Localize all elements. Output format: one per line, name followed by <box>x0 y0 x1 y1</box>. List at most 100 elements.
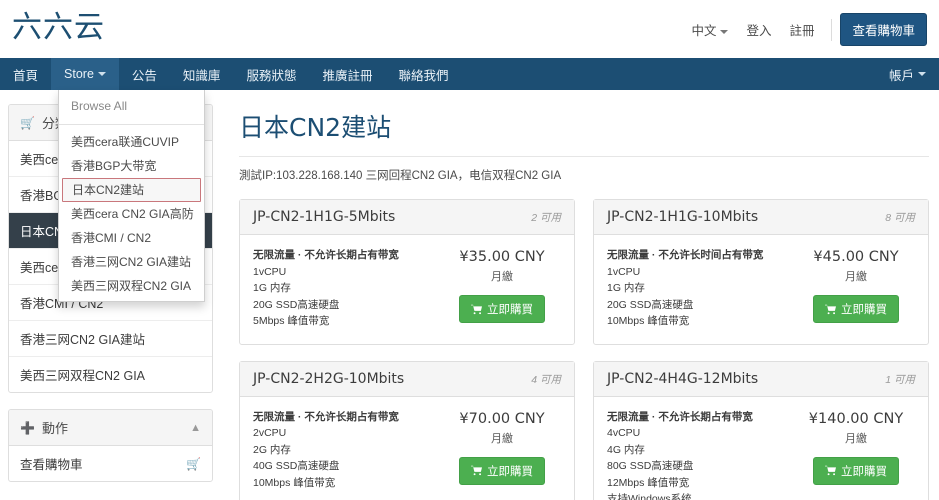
nav-label: 首頁 <box>13 68 39 83</box>
sidebar-action-label: 查看購物車 <box>20 458 83 472</box>
sidebar-item-us-3net[interactable]: 美西三网双程CN2 GIA <box>9 357 212 392</box>
product-purchase-area: ¥70.00 CNY 月繳 立即購買 <box>443 409 561 492</box>
product-spec-line: 4G 内存 <box>607 443 645 456</box>
language-label: 中文 <box>691 24 717 38</box>
cart-icon: 🛒 <box>186 456 201 471</box>
product-feature: 无限流量 · 不允许长期占有带宽 <box>253 410 399 423</box>
register-link[interactable]: 註冊 <box>780 16 823 43</box>
cart-icon <box>471 465 482 476</box>
product-spec-line: 2vCPU <box>253 427 287 439</box>
nav-label: 聯絡我們 <box>398 68 449 83</box>
product-spec-line: 4vCPU <box>607 427 641 439</box>
dropdown-item-hk-3net[interactable]: 香港三网CN2 GIA建站 <box>59 250 204 274</box>
actions-panel-header[interactable]: ➕ 動作 ▲ <box>9 410 212 446</box>
nav-label: 公告 <box>131 68 157 83</box>
product-card-body: 无限流量 · 不允许长期占有带宽 1vCPU 1G 内存 20G SSD高速硬盘… <box>240 235 574 344</box>
site-logo[interactable]: 六六云 <box>12 8 105 48</box>
language-selector[interactable]: 中文 <box>682 16 737 43</box>
product-spec-line: 10Mbps 峰值带宽 <box>607 315 690 327</box>
product-price: ¥140.00 CNY <box>808 410 904 427</box>
product-feature: 无限流量 · 不允许长期占有带宽 <box>253 249 399 261</box>
product-card: JP-CN2-1H1G-10Mbits 8 可用 无限流量 · 不允许长时间占有… <box>593 199 929 345</box>
product-card-header: JP-CN2-4H4G-12Mbits 1 可用 <box>594 361 928 397</box>
chevron-up-icon: ▲ <box>190 421 201 434</box>
login-link[interactable]: 登入 <box>737 16 780 43</box>
product-spec-line: 10Mbps 峰值带宽 <box>253 476 336 489</box>
nav-label: 帳戶 <box>888 68 914 83</box>
product-billing-cycle: 月繳 <box>845 271 867 283</box>
product-spec-line: 2G 内存 <box>253 443 291 456</box>
product-billing-cycle: 月繳 <box>491 271 513 283</box>
product-spec-line: 1G 内存 <box>253 282 291 294</box>
main-content: 日本CN2建站 測試IP:103.228.168.140 三网回程CN2 GIA… <box>221 90 939 500</box>
product-card-body: 无限流量 · 不允许长期占有带宽 4vCPU 4G 内存 80G SSD高速硬盘… <box>594 397 928 500</box>
product-card: JP-CN2-2H2G-10Mbits 4 可用 无限流量 · 不允许长期占有带… <box>239 360 575 500</box>
product-name: JP-CN2-1H1G-5Mbits <box>253 209 396 225</box>
product-card-header: JP-CN2-2H2G-10Mbits 4 可用 <box>240 361 574 397</box>
nav-item-knowledgebase[interactable]: 知識庫 <box>170 58 234 90</box>
product-spec-line: 支持Windows系统 <box>607 493 692 500</box>
dropdown-item-us-3net[interactable]: 美西三网双程CN2 GIA <box>59 274 204 298</box>
product-price: ¥35.00 CNY <box>459 249 545 265</box>
cart-icon <box>471 304 482 314</box>
order-now-button[interactable]: 立即購買 <box>459 295 545 323</box>
product-billing-cycle: 月繳 <box>491 432 513 445</box>
product-availability: 8 可用 <box>885 212 915 224</box>
product-feature: 无限流量 · 不允许长期占有带宽 <box>607 410 753 423</box>
product-spec-line: 1vCPU <box>253 265 287 278</box>
product-spec-line: 20G SSD高速硬盘 <box>607 298 694 311</box>
dropdown-item-browse-all[interactable]: Browse All <box>59 94 204 120</box>
product-card: JP-CN2-1H1G-5Mbits 2 可用 无限流量 · 不允许长期占有带宽… <box>239 199 575 345</box>
dropdown-item-jp-cn2[interactable]: 日本CN2建站 <box>62 178 201 202</box>
product-card: JP-CN2-4H4G-12Mbits 1 可用 无限流量 · 不允许长期占有带… <box>593 360 929 500</box>
product-spec-line: 12Mbps 峰值带宽 <box>607 476 690 489</box>
nav-label: Store <box>64 67 94 81</box>
main-navbar: 首頁 Store 公告 知識庫 服務狀態 推廣註冊 聯絡我們 帳戶 Browse… <box>0 58 939 302</box>
nav-item-contact[interactable]: 聯絡我們 <box>385 58 461 90</box>
product-purchase-area: ¥45.00 CNY 月繳 立即購買 <box>797 247 915 330</box>
product-spec-line: 80G SSD高速硬盘 <box>607 460 694 472</box>
nav-item-home[interactable]: 首頁 <box>0 58 51 90</box>
order-now-label: 立即購買 <box>487 465 533 478</box>
chevron-down-icon <box>97 72 106 76</box>
nav-item-account[interactable]: 帳戶 <box>876 58 939 90</box>
dropdown-item-hk-cmi[interactable]: 香港CMI / CN2 <box>59 226 204 250</box>
nav-item-server-status[interactable]: 服務狀態 <box>233 58 309 90</box>
product-availability: 2 可用 <box>531 212 561 224</box>
nav-item-announcements[interactable]: 公告 <box>119 58 170 90</box>
dropdown-item-cera-gia[interactable]: 美西cera CN2 GIA高防 <box>59 202 204 226</box>
product-price: ¥70.00 CNY <box>459 410 545 427</box>
product-name: JP-CN2-2H2G-10Mbits <box>253 370 405 387</box>
order-now-label: 立即購買 <box>841 465 887 478</box>
divider <box>59 124 204 125</box>
plus-icon: ➕ <box>20 420 35 435</box>
product-spec-line: 40G SSD高速硬盘 <box>253 460 340 472</box>
nav-item-affiliate[interactable]: 推廣註冊 <box>309 58 385 90</box>
product-specs: 无限流量 · 不允许长期占有带宽 2vCPU 2G 内存 40G SSD高速硬盘… <box>253 409 443 492</box>
product-feature: 无限流量 · 不允许长时间占有带宽 <box>607 249 764 261</box>
order-now-label: 立即購買 <box>841 304 887 316</box>
cart-icon <box>825 465 836 476</box>
actions-panel: ➕ 動作 ▲ 查看購物車 🛒 <box>8 409 213 482</box>
order-now-button[interactable]: 立即購買 <box>813 456 899 485</box>
product-purchase-area: ¥35.00 CNY 月繳 立即購買 <box>443 247 561 330</box>
product-availability: 4 可用 <box>531 373 561 386</box>
product-spec-line: 1vCPU <box>607 265 641 278</box>
dropdown-item-hk-bgp[interactable]: 香港BGP大带宽 <box>59 154 204 178</box>
page-title: 日本CN2建站 <box>239 108 929 157</box>
dropdown-item-cuvip[interactable]: 美西cera联通CUVIP <box>59 130 204 154</box>
view-cart-button[interactable]: 查看購物車 <box>840 13 927 46</box>
order-now-button[interactable]: 立即購買 <box>459 456 545 485</box>
product-grid: JP-CN2-1H1G-5Mbits 2 可用 无限流量 · 不允许长期占有带宽… <box>239 199 929 500</box>
nav-item-store[interactable]: Store <box>51 58 119 90</box>
nav-label: 知識庫 <box>182 68 221 83</box>
sidebar-item-hk-3net[interactable]: 香港三网CN2 GIA建站 <box>9 321 212 357</box>
top-header-actions: 中文 登入 註冊 查看購物車 <box>682 13 927 46</box>
product-name: JP-CN2-4H4G-12Mbits <box>607 370 759 387</box>
cart-icon: 🛒 <box>20 115 35 130</box>
product-purchase-area: ¥140.00 CNY 月繳 立即購買 <box>797 409 915 500</box>
product-spec-line: 5Mbps 峰值带宽 <box>253 315 330 327</box>
product-billing-cycle: 月繳 <box>845 432 867 445</box>
order-now-button[interactable]: 立即購買 <box>813 295 899 323</box>
sidebar-action-view-cart[interactable]: 查看購物車 🛒 <box>9 446 212 481</box>
